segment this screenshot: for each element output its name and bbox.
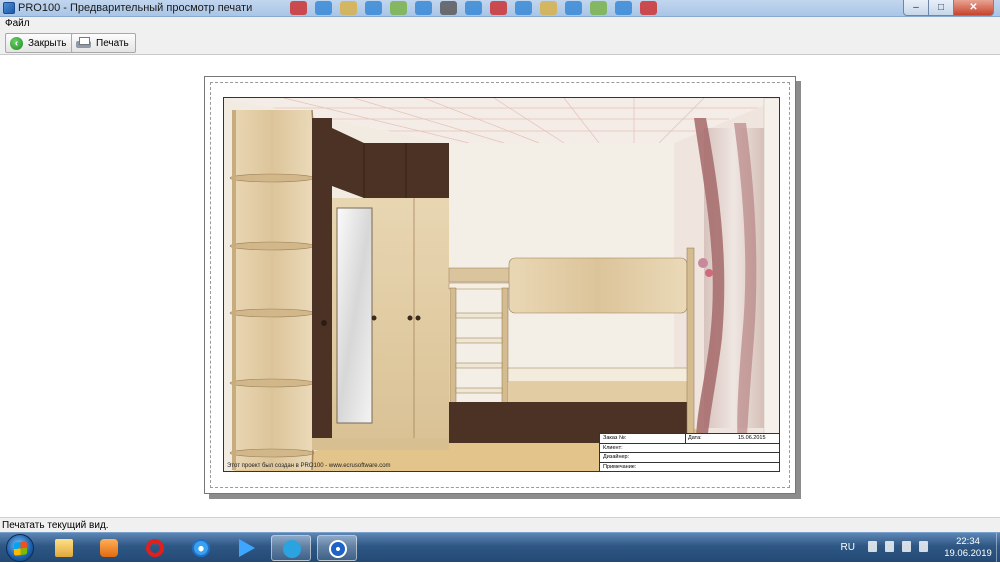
ie-icon (192, 539, 210, 557)
network-icon[interactable] (885, 541, 894, 552)
volume-icon[interactable] (919, 541, 928, 552)
taskbar-explorer[interactable] (44, 535, 84, 561)
stamp-row-designer: Дизайнер: (600, 453, 779, 463)
taskbar-media-player[interactable] (89, 535, 129, 561)
client-label: Клиент: (603, 444, 623, 451)
desktop-showthrough (290, 1, 657, 16)
print-button[interactable]: Печать (71, 33, 136, 53)
date-value: 15.06.2015 (738, 435, 766, 441)
back-arrow-icon: ‹ (10, 36, 23, 50)
taskbar: RU 22:34 19.06.2019 (0, 532, 1000, 563)
menu-file[interactable]: Файл (5, 18, 30, 29)
explorer-icon (55, 539, 73, 557)
order-label: Заказ №: (603, 435, 627, 441)
date-label: Дата: (688, 435, 702, 441)
clock-time: 22:34 (956, 536, 980, 547)
room-render-image (224, 98, 779, 471)
tray-arrow-icon[interactable] (868, 541, 877, 552)
status-bar: Печатать текущий вид. (0, 517, 1000, 532)
taskbar-opera[interactable] (135, 535, 175, 561)
printer-icon (76, 37, 91, 49)
preview-page: Этот проект был создан в PRO100 - www.ec… (204, 76, 796, 494)
tray-icons (868, 541, 928, 552)
taskbar-pro100[interactable] (317, 535, 357, 561)
window-controls: – □ ✕ (903, 0, 994, 16)
taskbar-play[interactable] (226, 535, 266, 561)
menu-bar: Файл (0, 17, 1000, 31)
windows-logo-icon (14, 541, 27, 556)
window-title: PRO100 - Предварительный просмотр печати (18, 2, 253, 14)
show-desktop-button[interactable] (996, 533, 1000, 563)
maximize-button[interactable]: □ (929, 0, 954, 16)
battery-icon[interactable] (902, 541, 911, 552)
taskbar-telegram[interactable] (271, 535, 311, 561)
close-window-button[interactable]: ✕ (954, 0, 994, 16)
stamp-row-note: Примечание: (600, 463, 779, 472)
opera-icon (146, 539, 164, 557)
close-button[interactable]: ‹ Закрыть (5, 33, 74, 53)
telegram-icon (283, 540, 301, 558)
title-block: Заказ №: Дата: 15.06.2015 Клиент: Дизайн… (599, 433, 779, 471)
language-indicator[interactable]: RU (841, 542, 855, 553)
clock-date: 19.06.2019 (944, 548, 992, 559)
start-button[interactable] (6, 534, 34, 562)
app-icon (3, 2, 15, 14)
designer-label: Дизайнер: (603, 454, 630, 460)
stamp-row-order: Заказ №: Дата: 15.06.2015 (600, 434, 779, 444)
toolbar: ‹ Закрыть Печать (0, 31, 1000, 55)
print-button-label: Печать (96, 37, 129, 49)
footer-note: Этот проект был создан в PRO100 - www.ec… (227, 463, 391, 469)
pro100-icon (329, 540, 347, 558)
note-label: Примечание: (603, 463, 637, 470)
room-render: Этот проект был создан в PRO100 - www.ec… (223, 97, 780, 472)
play-icon (239, 539, 255, 557)
print-preview-area: Этот проект был создан в PRO100 - www.ec… (0, 55, 1000, 517)
status-text: Печатать текущий вид. (2, 520, 109, 531)
stamp-row-client: Клиент: (600, 444, 779, 453)
clock[interactable]: 22:34 19.06.2019 (942, 536, 994, 560)
minimize-button[interactable]: – (903, 0, 929, 16)
title-bar: PRO100 - Предварительный просмотр печати… (0, 0, 1000, 17)
taskbar-ie[interactable] (181, 535, 221, 561)
media-player-icon (100, 539, 118, 557)
close-button-label: Закрыть (28, 37, 67, 49)
